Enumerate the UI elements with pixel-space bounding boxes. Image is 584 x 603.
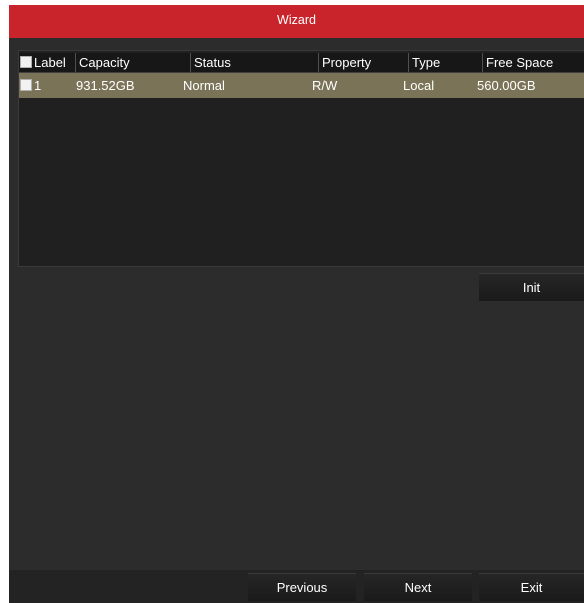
table-header: Label Capacity Status Property Type Free… xyxy=(19,53,584,73)
row-property: R/W xyxy=(312,78,338,93)
next-button[interactable]: Next xyxy=(364,573,472,601)
header-type[interactable]: Type xyxy=(408,53,482,72)
previous-button[interactable]: Previous xyxy=(248,573,356,601)
wizard-window: Wizard Label Capacity Status Property Ty… xyxy=(9,5,584,603)
row-checkbox[interactable] xyxy=(20,79,32,91)
table-row[interactable]: 1 931.52GB Normal R/W Local 560.00GB xyxy=(19,73,584,98)
row-free-space: 560.00GB xyxy=(477,78,536,93)
row-type: Local xyxy=(403,78,435,93)
row-status: Normal xyxy=(183,78,225,93)
header-capacity[interactable]: Capacity xyxy=(75,53,190,72)
footer-bar: Previous Next Exit xyxy=(9,570,584,603)
header-free-space[interactable]: Free Space xyxy=(482,53,584,72)
row-label: 1 xyxy=(34,78,42,93)
header-property[interactable]: Property xyxy=(318,53,408,72)
header-label-text: Label xyxy=(34,55,66,70)
header-label[interactable]: Label xyxy=(19,53,75,72)
select-all-checkbox[interactable] xyxy=(20,56,32,68)
row-capacity: 931.52GB xyxy=(76,78,135,93)
title-bar: Wizard xyxy=(9,5,584,38)
init-button[interactable]: Init xyxy=(479,273,584,301)
window-title: Wizard xyxy=(277,13,316,27)
exit-button[interactable]: Exit xyxy=(479,573,584,601)
row-label-cell[interactable]: 1 xyxy=(20,73,41,98)
hdd-table: Label Capacity Status Property Type Free… xyxy=(18,50,584,267)
header-status[interactable]: Status xyxy=(190,53,318,72)
